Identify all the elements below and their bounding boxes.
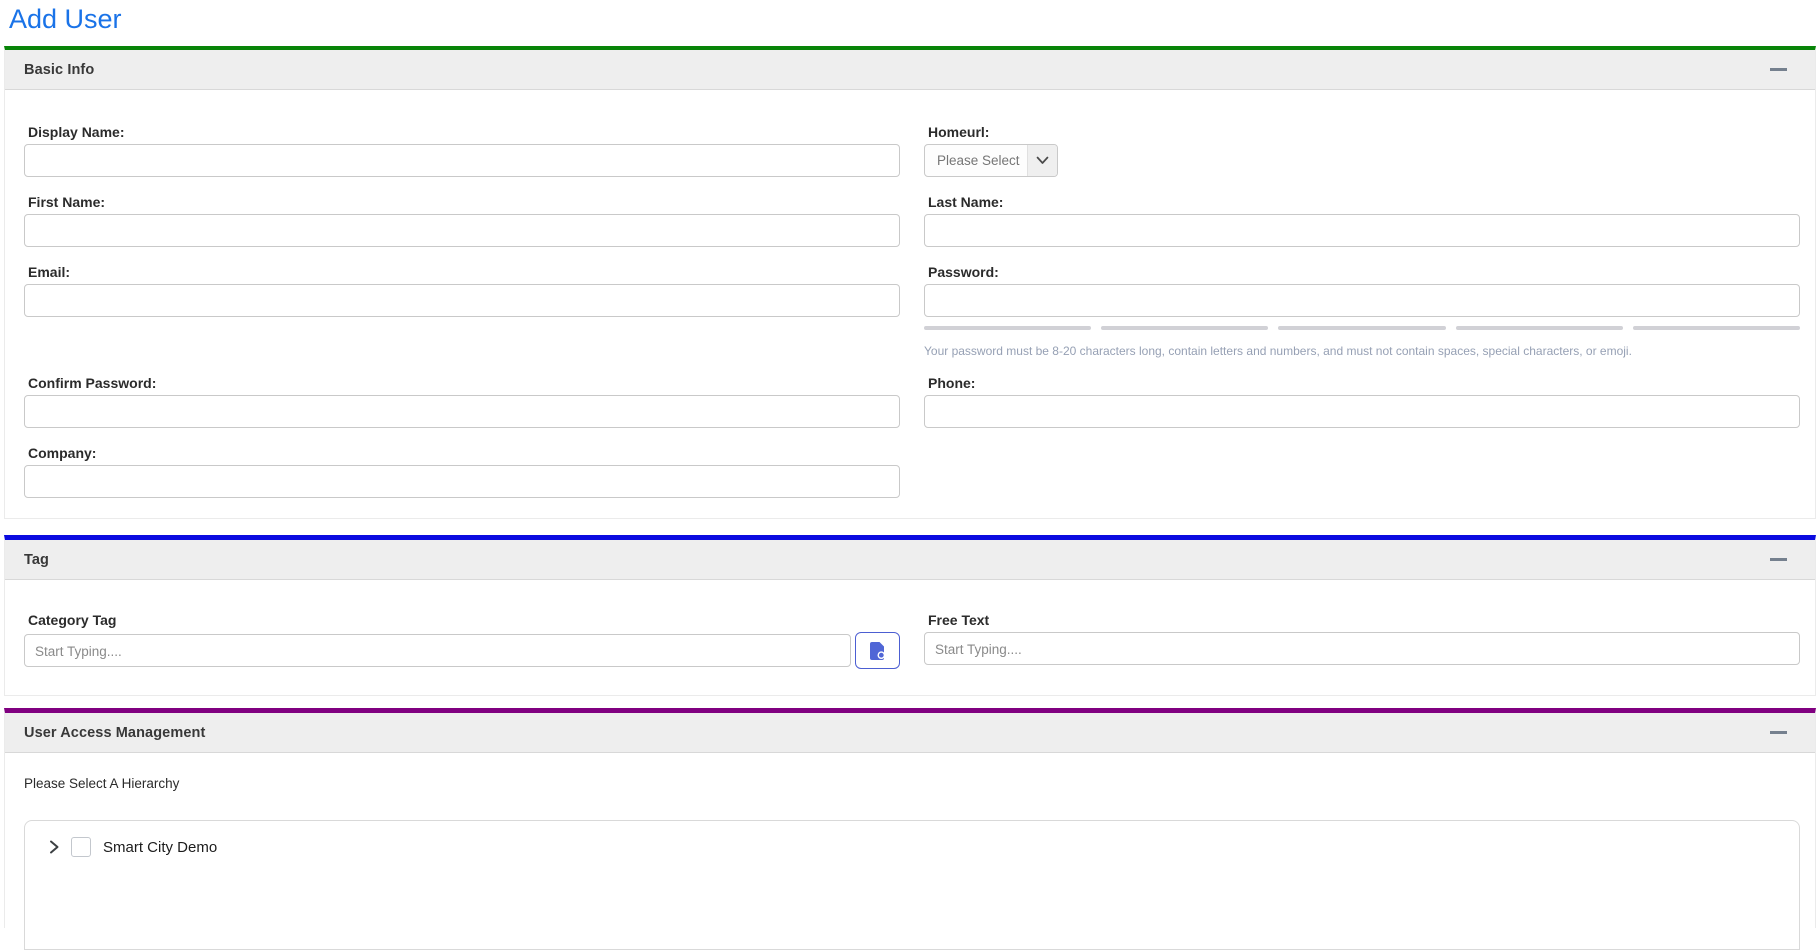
- tag-body: Category Tag Free Te: [5, 580, 1815, 695]
- strength-meter-segment: [1456, 326, 1623, 330]
- section-tag: Tag Category Tag: [4, 535, 1816, 696]
- display-name-input[interactable]: [24, 144, 900, 177]
- homeurl-selected-value: Please Select: [925, 145, 1027, 176]
- last-name-field-group: Last Name:: [924, 194, 1800, 247]
- password-field-group: Password: Your password must be 8-20 cha…: [924, 264, 1800, 358]
- file-badge-icon: [870, 642, 886, 660]
- user-access-collapse-button[interactable]: [1768, 727, 1789, 738]
- minus-icon: [1770, 68, 1787, 71]
- phone-label: Phone:: [924, 375, 1800, 392]
- password-hint-text: Your password must be 8-20 characters lo…: [924, 344, 1800, 358]
- hierarchy-tree-panel: Smart City Demo: [24, 820, 1800, 950]
- tag-title: Tag: [24, 552, 49, 568]
- email-label: Email:: [24, 264, 900, 281]
- hierarchy-checkbox[interactable]: [71, 837, 91, 857]
- last-name-label: Last Name:: [924, 194, 1800, 211]
- homeurl-label: Homeurl:: [924, 124, 1800, 141]
- confirm-password-field-group: Confirm Password:: [24, 375, 900, 428]
- strength-meter-segment: [1101, 326, 1268, 330]
- homeurl-field-group: Homeurl: Please Select: [924, 124, 1800, 177]
- email-input[interactable]: [24, 284, 900, 317]
- section-user-access-management: User Access Management Please Select A H…: [4, 708, 1816, 928]
- homeurl-select[interactable]: Please Select: [924, 144, 1058, 177]
- basic-info-header: Basic Info: [5, 50, 1815, 90]
- company-field-group: Company:: [24, 445, 900, 498]
- password-label: Password:: [924, 264, 1800, 281]
- minus-icon: [1770, 558, 1787, 561]
- category-tag-field-group: Category Tag: [24, 612, 900, 669]
- page-title: Add User: [0, 0, 1820, 46]
- chevron-down-icon: [1027, 145, 1057, 176]
- confirm-password-input[interactable]: [24, 395, 900, 428]
- basic-info-collapse-button[interactable]: [1768, 64, 1789, 75]
- user-access-body: Please Select A Hierarchy Smart City Dem…: [5, 753, 1815, 950]
- password-strength-meter: [924, 326, 1800, 330]
- company-label: Company:: [24, 445, 900, 462]
- strength-meter-segment: [1633, 326, 1800, 330]
- category-tag-browse-button[interactable]: [855, 632, 900, 669]
- category-tag-label: Category Tag: [24, 612, 900, 629]
- display-name-label: Display Name:: [24, 124, 900, 141]
- last-name-input[interactable]: [924, 214, 1800, 247]
- user-access-header: User Access Management: [5, 713, 1815, 753]
- email-field-group: Email:: [24, 264, 900, 358]
- user-access-title: User Access Management: [24, 725, 205, 741]
- strength-meter-segment: [924, 326, 1091, 330]
- phone-input[interactable]: [924, 395, 1800, 428]
- first-name-field-group: First Name:: [24, 194, 900, 247]
- tree-row-smart-city-demo: Smart City Demo: [47, 835, 1799, 859]
- section-basic-info: Basic Info Display Name: Homeurl: Please…: [4, 46, 1816, 519]
- chevron-right-icon[interactable]: [47, 839, 61, 855]
- minus-icon: [1770, 731, 1787, 734]
- tag-collapse-button[interactable]: [1768, 554, 1789, 565]
- phone-field-group: Phone:: [924, 375, 1800, 428]
- company-input[interactable]: [24, 465, 900, 498]
- free-text-field-group: Free Text: [924, 612, 1800, 669]
- confirm-password-label: Confirm Password:: [24, 375, 900, 392]
- tree-node-label: Smart City Demo: [103, 839, 217, 856]
- basic-info-title: Basic Info: [24, 62, 94, 78]
- display-name-field-group: Display Name:: [24, 124, 900, 177]
- hierarchy-prompt-text: Please Select A Hierarchy: [24, 775, 1800, 792]
- tag-header: Tag: [5, 540, 1815, 580]
- free-text-label: Free Text: [924, 612, 1800, 629]
- strength-meter-segment: [1278, 326, 1445, 330]
- basic-info-body: Display Name: Homeurl: Please Select Fir…: [5, 90, 1815, 518]
- first-name-label: First Name:: [24, 194, 900, 211]
- free-text-input[interactable]: [924, 632, 1800, 665]
- category-tag-input[interactable]: [24, 634, 851, 667]
- password-input[interactable]: [924, 284, 1800, 317]
- first-name-input[interactable]: [24, 214, 900, 247]
